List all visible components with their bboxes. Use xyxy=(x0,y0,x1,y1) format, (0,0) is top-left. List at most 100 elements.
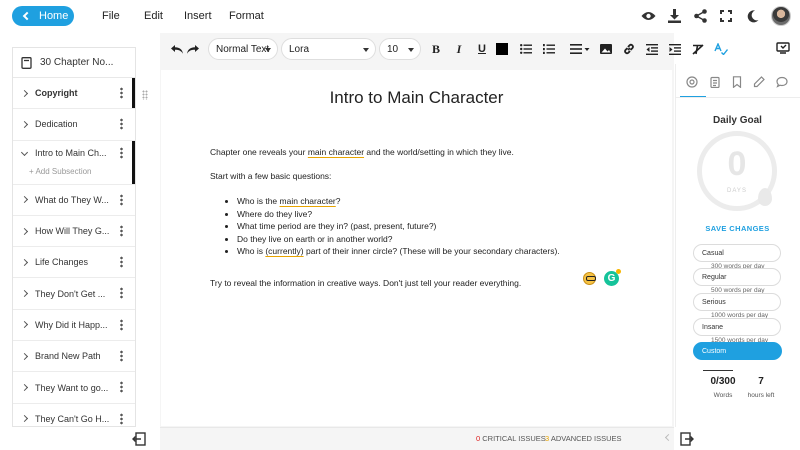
nerd-emoji-icon[interactable] xyxy=(583,272,596,285)
align-select[interactable] xyxy=(569,42,591,56)
words-progress: 0/300 xyxy=(710,376,736,387)
goal-option-casual[interactable]: Casual xyxy=(693,244,781,262)
more-options-icon[interactable] xyxy=(120,87,123,99)
advanced-issues-indicator[interactable]: 3 ADVANCED ISSUES xyxy=(545,434,622,443)
more-options-icon[interactable] xyxy=(120,412,123,425)
drag-handle-icon[interactable] xyxy=(142,90,148,100)
menu-edit[interactable]: Edit xyxy=(144,10,163,22)
add-subsection-link[interactable]: + Add Subsection xyxy=(13,165,135,184)
grammar-underline[interactable]: (currently) xyxy=(265,246,303,256)
bold-icon[interactable]: B xyxy=(429,42,443,56)
comment-icon[interactable] xyxy=(776,76,788,88)
more-options-icon[interactable] xyxy=(120,224,123,237)
undo-icon[interactable] xyxy=(170,42,184,56)
sidebar-item-they-cant-go[interactable]: They Can't Go H... xyxy=(13,404,135,426)
grammar-underline[interactable]: main character xyxy=(280,196,336,206)
collapse-sidebar-icon[interactable] xyxy=(132,432,146,446)
sidebar-item-copyright[interactable]: Copyright xyxy=(13,78,135,110)
more-options-icon[interactable] xyxy=(120,318,123,331)
critical-issues-indicator[interactable]: 0 CRITICAL ISSUES xyxy=(476,434,546,443)
daily-goal-title: Daily Goal xyxy=(713,115,762,126)
sidebar-item-life-changes[interactable]: Life Changes xyxy=(13,247,135,279)
grammarly-icon[interactable]: G xyxy=(604,269,621,286)
more-options-icon[interactable] xyxy=(120,256,123,269)
sidebar-item-brand-new-path[interactable]: Brand New Path xyxy=(13,341,135,373)
paragraph-closing[interactable]: Try to reveal the information in creativ… xyxy=(210,278,521,288)
numbered-list-icon[interactable] xyxy=(542,42,556,56)
text-run: Chapter one reveals your xyxy=(210,147,308,157)
eye-icon[interactable] xyxy=(640,8,656,24)
panel-divider xyxy=(675,97,800,98)
sidebar-item-why-did-it-happen[interactable]: Why Did it Happ... xyxy=(13,310,135,342)
font-size-select[interactable]: 10 xyxy=(379,38,421,60)
chevron-right-icon xyxy=(20,321,29,329)
home-button[interactable]: Home xyxy=(12,6,74,26)
pen-icon[interactable] xyxy=(753,76,765,88)
sidebar-item-they-dont-get[interactable]: They Don't Get ... xyxy=(13,278,135,310)
preview-device-icon[interactable] xyxy=(776,42,790,54)
goal-option-label: Regular xyxy=(702,273,727,281)
link-icon[interactable] xyxy=(622,42,636,56)
underline-icon[interactable]: U xyxy=(475,42,489,56)
sidebar-header[interactable]: 30 Chapter No... xyxy=(13,48,135,78)
more-options-icon[interactable] xyxy=(120,350,123,363)
bulleted-list-icon[interactable] xyxy=(519,42,533,56)
text-color-swatch[interactable] xyxy=(495,42,509,56)
sidebar-item-dedication[interactable]: Dedication xyxy=(13,109,135,141)
menu-insert[interactable]: Insert xyxy=(184,10,212,22)
clear-format-icon[interactable] xyxy=(691,42,705,56)
grammar-underline[interactable]: main character xyxy=(308,147,364,157)
more-options-icon[interactable] xyxy=(120,146,123,159)
sidebar-item-label: Intro to Main Ch... xyxy=(35,147,107,158)
chevron-down-icon xyxy=(20,149,29,157)
more-options-icon[interactable] xyxy=(120,193,123,206)
sidebar-item-what-do-they-want[interactable]: What do They W... xyxy=(13,185,135,216)
download-icon[interactable] xyxy=(666,8,682,24)
share-icon[interactable] xyxy=(692,8,708,24)
chevron-left-icon xyxy=(22,11,32,21)
paragraph-style-select[interactable]: Normal Text xyxy=(208,38,278,60)
goal-option-custom[interactable]: Custom xyxy=(693,342,782,360)
clipboard-icon[interactable] xyxy=(709,76,721,88)
bookmark-icon[interactable] xyxy=(731,76,743,88)
moon-icon[interactable] xyxy=(745,8,761,24)
font-family-select[interactable]: Lora xyxy=(281,38,376,60)
sidebar-item-intro[interactable]: Intro to Main Ch... xyxy=(13,141,135,165)
text-color-icon xyxy=(496,43,508,55)
font-size-value: 10 xyxy=(387,43,399,55)
menu-format[interactable]: Format xyxy=(229,10,264,22)
redo-icon[interactable] xyxy=(185,42,199,56)
question-list[interactable]: Who is the main character? Where do they… xyxy=(237,195,560,258)
advanced-label: ADVANCED ISSUES xyxy=(550,434,622,443)
sidebar-item-label: Brand New Path xyxy=(35,351,101,362)
chevron-right-icon xyxy=(20,120,29,128)
collapse-panel-icon[interactable] xyxy=(680,432,694,446)
sidebar-item-label: Copyright xyxy=(35,88,78,99)
more-options-icon[interactable] xyxy=(120,287,123,300)
paragraph-questions[interactable]: Start with a few basic questions: xyxy=(210,171,331,181)
indent-icon[interactable] xyxy=(668,42,682,56)
save-changes-button[interactable]: SAVE CHANGES xyxy=(675,224,800,233)
menu-file[interactable]: File xyxy=(102,10,120,22)
target-icon[interactable] xyxy=(686,76,698,88)
more-options-icon[interactable] xyxy=(120,381,123,394)
text-run: ? xyxy=(335,196,341,206)
spellcheck-icon[interactable] xyxy=(714,42,728,56)
avatar[interactable] xyxy=(771,6,791,26)
goal-option-serious[interactable]: Serious xyxy=(693,293,781,311)
document-title[interactable]: Intro to Main Character xyxy=(161,88,672,108)
words-label: Words xyxy=(713,392,733,399)
sidebar-item-they-want-to-go[interactable]: They Want to go... xyxy=(13,372,135,404)
more-options-icon[interactable] xyxy=(120,118,123,131)
caret-down-icon xyxy=(363,48,369,52)
italic-icon[interactable]: I xyxy=(452,42,466,56)
sidebar-item-how-will-they[interactable]: How Will They G... xyxy=(13,216,135,248)
paragraph-intro[interactable]: Chapter one reveals your main character … xyxy=(210,147,514,157)
sidebar-item-label: What do They W... xyxy=(35,194,109,205)
font-family-value: Lora xyxy=(289,43,310,55)
fullscreen-icon[interactable] xyxy=(718,8,734,24)
image-icon[interactable] xyxy=(599,42,613,56)
outdent-icon[interactable] xyxy=(645,42,659,56)
goal-option-insane[interactable]: Insane xyxy=(693,318,781,336)
goal-option-regular[interactable]: Regular xyxy=(693,268,781,286)
